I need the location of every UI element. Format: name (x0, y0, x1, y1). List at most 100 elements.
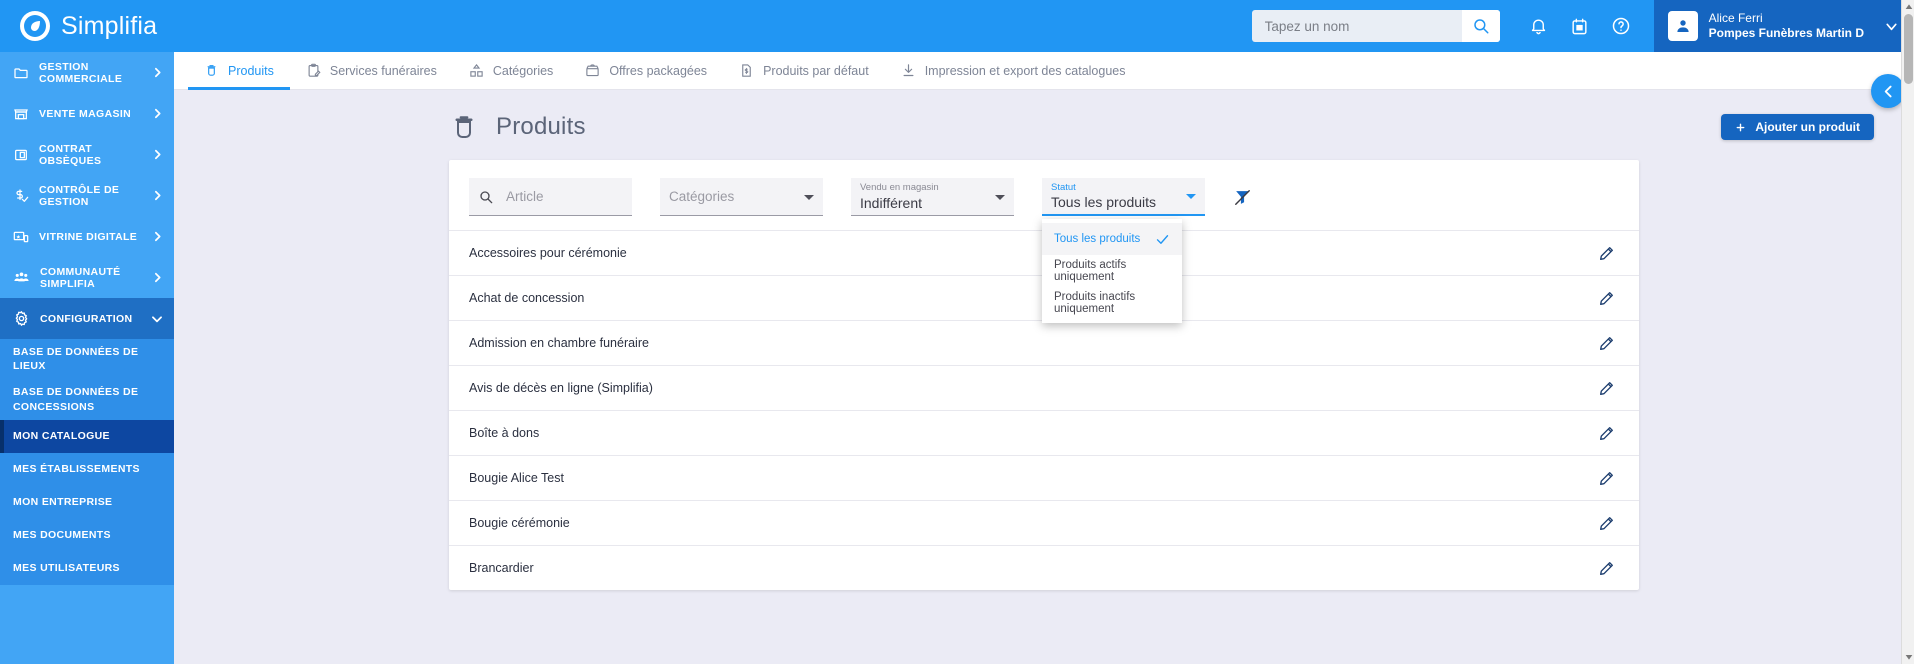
user-info: Alice Ferri Pompes Funèbres Martin D (1709, 11, 1864, 42)
urn-icon (449, 112, 479, 142)
dropdown-option-produits-inactifs-uniquement[interactable]: Produits inactifs uniquement (1042, 287, 1182, 319)
pencil-icon[interactable] (1594, 466, 1619, 491)
page-scrollbar[interactable] (1901, 0, 1914, 664)
product-name: Admission en chambre funéraire (469, 336, 649, 350)
user-avatar-icon (1667, 11, 1698, 41)
filter-off-icon (1233, 188, 1252, 207)
gear-icon (13, 310, 30, 327)
dropdown-option-tous-les-produits[interactable]: Tous les produits (1042, 223, 1182, 255)
user-organisation: Pompes Funèbres Martin D (1708, 26, 1864, 40)
pencil-icon[interactable] (1594, 421, 1619, 446)
calendar-icon[interactable] (1563, 9, 1597, 43)
sidebar-subitem-label: MES UTILISATEURS (13, 562, 120, 575)
sidebar-item-configuration[interactable]: CONFIGURATION (0, 298, 174, 339)
pencil-icon[interactable] (1594, 376, 1619, 401)
search-input[interactable] (1251, 18, 1462, 34)
user-menu[interactable]: Alice Ferri Pompes Funèbres Martin D (1653, 0, 1914, 52)
add-product-button[interactable]: Ajouter un produit (1721, 114, 1874, 140)
store-icon (13, 106, 29, 122)
top-bar: Simplifia Alice Ferri Pompes Funèbres Ma… (0, 0, 1914, 52)
chevron-down-icon[interactable] (1883, 18, 1900, 35)
chevron-right-icon (151, 271, 164, 284)
clear-filter-button[interactable] (1233, 188, 1252, 207)
simplifia-logo-icon (20, 11, 50, 41)
sidebar-item-mon-catalogue[interactable]: MON CATALOGUE (0, 419, 174, 453)
global-search[interactable] (1251, 10, 1500, 42)
vendu-en-magasin-filter[interactable]: Vendu en magasin Indifférent (851, 178, 1014, 216)
page-header: Produits Ajouter un produit (174, 90, 1914, 142)
filter-bar: Article Catégories Vendu en magasin Indi… (449, 160, 1639, 323)
products-panel: Article Catégories Vendu en magasin Indi… (449, 160, 1639, 590)
notifications-icon[interactable] (1522, 9, 1556, 43)
pencil-icon[interactable] (1594, 241, 1619, 266)
sidebar-item-mes-documents[interactable]: MES DOCUMENTS (0, 518, 174, 552)
dropdown-option-produits-actifs-uniquement[interactable]: Produits actifs uniquement (1042, 255, 1182, 287)
vendu-en-magasin-label: Vendu en magasin (860, 182, 939, 194)
folder-icon (13, 65, 29, 81)
package-icon (585, 63, 600, 78)
brand[interactable]: Simplifia (0, 11, 213, 41)
tab-categories[interactable]: Catégories (453, 52, 569, 90)
table-row[interactable]: Admission en chambre funéraire (449, 320, 1639, 365)
tab-impression-et-export-des-catalogues[interactable]: Impression et export des catalogues (885, 52, 1142, 90)
help-icon[interactable] (1604, 9, 1638, 43)
search-icon[interactable] (1461, 10, 1500, 42)
statut-filter[interactable]: Statut Tous les produits Tous les produi… (1042, 178, 1205, 323)
categories-filter[interactable]: Catégories (660, 178, 823, 216)
category-icon (469, 63, 484, 78)
scrollbar-thumb[interactable] (1904, 14, 1913, 84)
check-icon (1155, 232, 1170, 247)
pencil-icon[interactable] (1594, 331, 1619, 356)
chevron-right-icon (151, 148, 164, 161)
statut-dropdown[interactable]: Tous les produits Produits actifs unique… (1042, 219, 1182, 323)
sidebar-subitem-label: MES ÉTABLISSEMENTS (13, 463, 140, 476)
display-icon (13, 229, 29, 245)
tab-label: Catégories (492, 63, 554, 78)
tab-offres-packagees[interactable]: Offres packagées (569, 52, 723, 90)
pencil-icon[interactable] (1594, 556, 1619, 581)
scroll-down-icon[interactable] (1902, 650, 1914, 664)
sidebar-item-mes-etablissements[interactable]: MES ÉTABLISSEMENTS (0, 452, 174, 486)
plus-icon (1735, 122, 1746, 133)
scroll-up-icon[interactable] (1902, 0, 1914, 14)
product-name: Achat de concession (469, 291, 585, 305)
table-row[interactable]: Bougie Alice Test (449, 455, 1639, 500)
sidebar-item-label: GESTION COMMERCIALE (39, 60, 123, 85)
catalogue-tab-bar: Produits Services funéraires Catégories … (174, 52, 1914, 90)
tab-services-funeraires[interactable]: Services funéraires (290, 52, 453, 90)
download-icon (901, 63, 916, 78)
table-row[interactable]: Brancardier (449, 545, 1639, 590)
chevron-left-icon (1880, 83, 1897, 100)
sidebar-item-communaute-simplifia[interactable]: COMMUNAUTÉ SIMPLIFIA (0, 257, 174, 298)
sidebar-item-vitrine-digitale[interactable]: VITRINE DIGITALE (0, 216, 174, 257)
chevron-right-icon (151, 189, 164, 202)
sidebar-item-gestion-commerciale[interactable]: GESTION COMMERCIALE (0, 52, 174, 93)
panel-collapse-toggle[interactable] (1871, 74, 1905, 108)
article-input[interactable]: Article (506, 189, 544, 204)
sidebar-subitem-label: MON CATALOGUE (13, 430, 110, 443)
tab-produits[interactable]: Produits (188, 52, 290, 90)
caret-down-icon (804, 194, 814, 200)
tab-produits-par-defaut[interactable]: Produits par défaut (723, 52, 885, 90)
article-filter[interactable]: Article (469, 178, 632, 216)
sidebar-item-controle-de-gestion[interactable]: CONTRÔLE DE GESTION (0, 175, 174, 216)
sidebar-item-label: VITRINE DIGITALE (39, 230, 138, 243)
user-name: Alice Ferri (1708, 10, 1763, 25)
product-name: Bougie cérémonie (469, 516, 570, 530)
pencil-icon[interactable] (1594, 511, 1619, 536)
caret-down-icon (995, 194, 1005, 200)
sidebar-item-contrat-obseques[interactable]: CONTRAT OBSÈQUES (0, 134, 174, 175)
statut-label: Statut (1051, 181, 1076, 193)
sidebar-item-mes-utilisateurs[interactable]: MES UTILISATEURS (0, 551, 174, 585)
sidebar-item-base-de-donnees-de-concessions[interactable]: BASE DE DONNÉES DE CONCESSIONS (0, 379, 174, 420)
table-row[interactable]: Bougie cérémonie (449, 500, 1639, 545)
money-check-icon (13, 188, 29, 204)
table-row[interactable]: Boîte à dons (449, 410, 1639, 455)
pencil-icon[interactable] (1594, 286, 1619, 311)
main-content: Produits Ajouter un produit Article Caté… (174, 90, 1914, 664)
table-row[interactable]: Avis de décès en ligne (Simplifia) (449, 365, 1639, 410)
people-group-icon (13, 269, 30, 286)
sidebar-item-base-de-donnees-de-lieux[interactable]: BASE DE DONNÉES DE LIEUX (0, 339, 174, 380)
sidebar-item-vente-magasin[interactable]: VENTE MAGASIN (0, 93, 174, 134)
sidebar-item-mon-entreprise[interactable]: MON ENTREPRISE (0, 485, 174, 519)
